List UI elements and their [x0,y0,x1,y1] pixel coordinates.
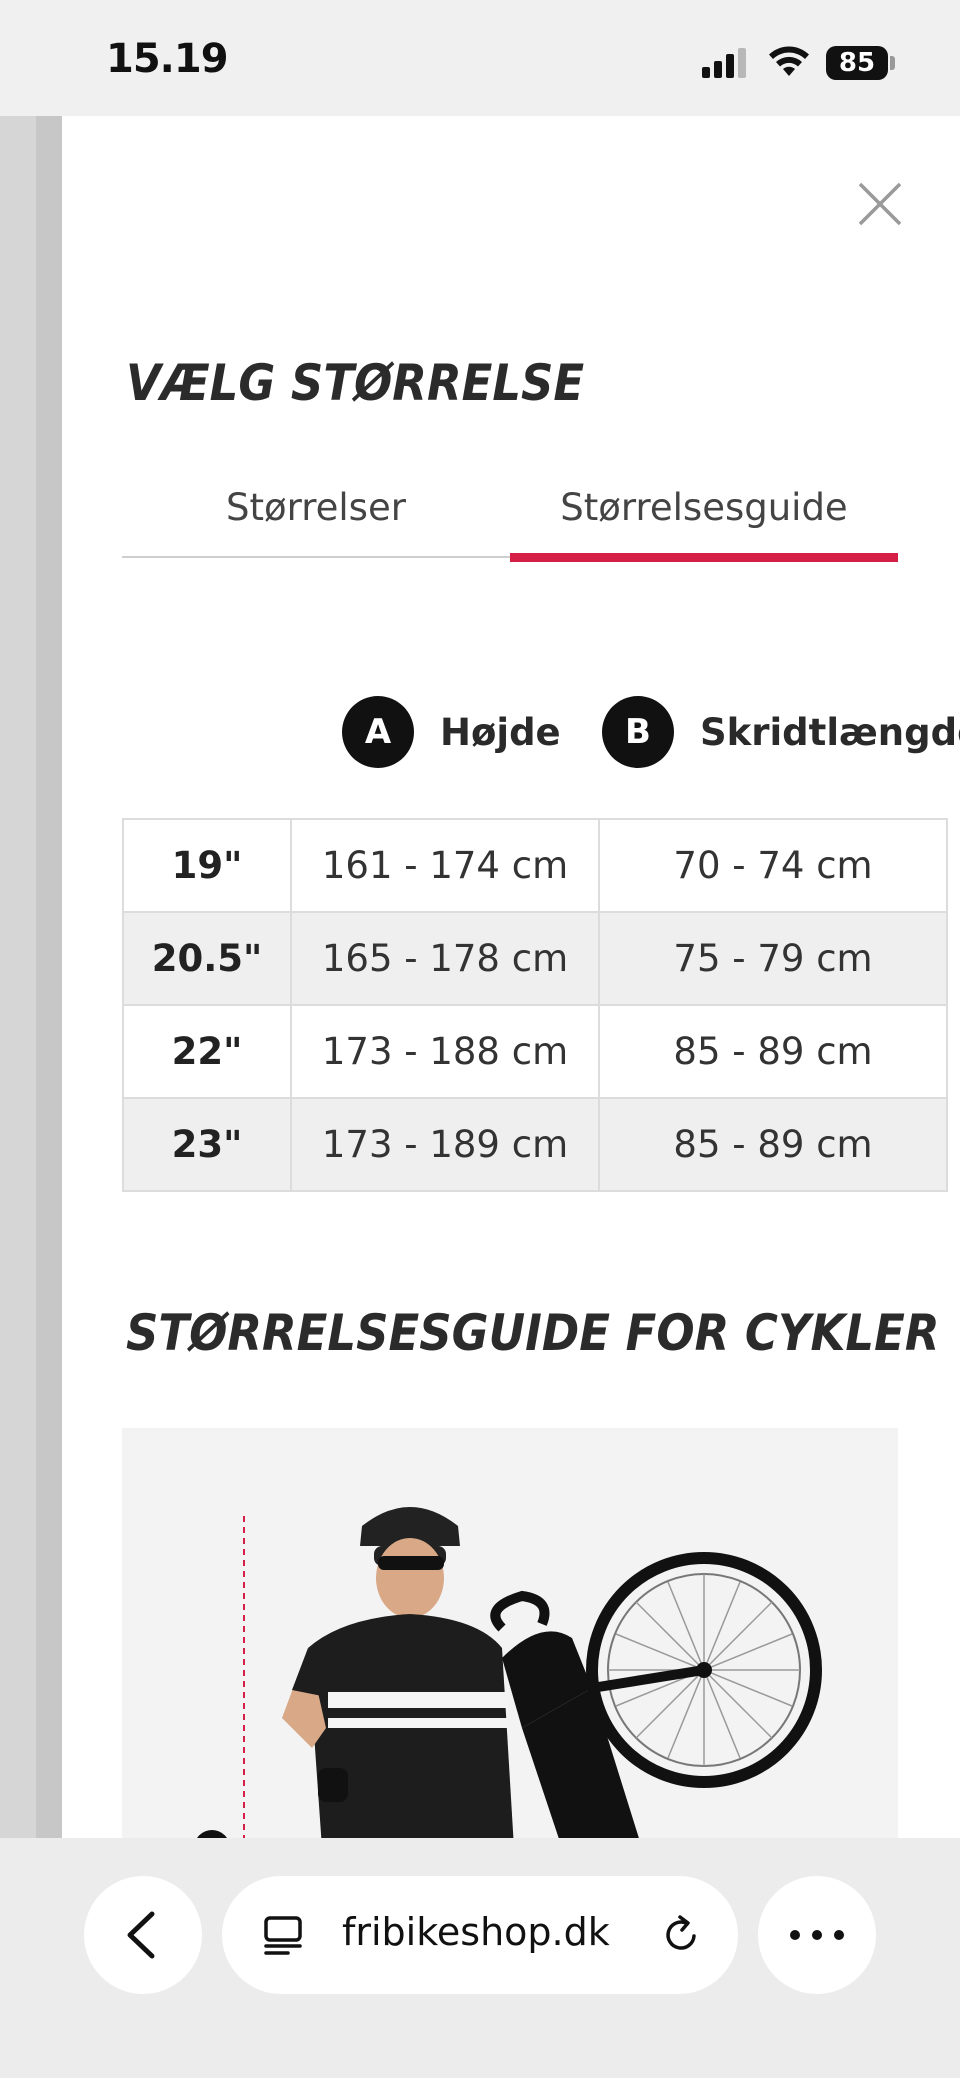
url-text: fribikeshop.dk [342,1910,610,1954]
battery-tip [890,56,895,70]
legend-item-height: A Højde [342,696,561,768]
tab-size-guide-label: Størrelsesguide [560,486,848,529]
status-bar: 15.19 85 [0,0,960,116]
chevron-left-icon [127,1911,155,1959]
legend-item-inseam: B Skridtlængde [602,696,960,768]
size-cell: 20.5" [122,911,292,1006]
background-page-edge [0,116,36,1838]
wifi-icon [769,46,809,76]
legend-badge-b: B [602,696,674,768]
tab-sizes-label: Størrelser [226,486,406,529]
address-bar[interactable]: fribikeshop.dk [222,1876,738,1994]
inseam-cell: 85 - 89 cm [598,1097,948,1192]
height-cell: 173 - 188 cm [290,1004,600,1099]
measurement-legend: A Højde B Skridtlængde [342,696,960,768]
more-dots-icon [790,1930,844,1940]
table-row: 23" 173 - 189 cm 85 - 89 cm [122,1097,948,1192]
inseam-cell: 70 - 74 cm [598,818,948,913]
tab-size-guide[interactable]: Størrelsesguide [510,486,898,562]
inseam-cell: 85 - 89 cm [598,1004,948,1099]
close-button[interactable] [842,166,918,242]
back-button[interactable] [84,1876,202,1994]
legend-badge-a: A [342,696,414,768]
tab-sizes[interactable]: Størrelser [122,486,510,556]
legend-label-inseam: Skridtlængde [700,710,960,754]
background-page-edge-shadow [36,116,62,1838]
size-table: 19" 161 - 174 cm 70 - 74 cm 20.5" 165 - … [122,818,948,1192]
legend-label-height: Højde [440,710,561,754]
cellular-signal-icon [702,48,748,78]
more-options-button[interactable] [758,1876,876,1994]
size-tabs: Størrelser Størrelsesguide [122,486,898,562]
status-time: 15.19 [106,36,229,82]
cyclist-with-bike-photo [122,1428,898,1838]
table-row: 19" 161 - 174 cm 70 - 74 cm [122,818,948,913]
battery-indicator: 85 [826,46,888,80]
table-row: 20.5" 165 - 178 cm 75 - 79 cm [122,911,948,1006]
close-icon [858,182,902,226]
browser-toolbar: fribikeshop.dk [0,1838,960,2078]
size-cell: 19" [122,818,292,913]
table-row: 22" 173 - 188 cm 85 - 89 cm [122,1004,948,1099]
height-cell: 161 - 174 cm [290,818,600,913]
size-cell: 23" [122,1097,292,1192]
height-cell: 165 - 178 cm [290,911,600,1006]
inseam-cell: 75 - 79 cm [598,911,948,1006]
size-modal: VÆLG STØRRELSE Størrelser Størrelsesguid… [62,116,960,1838]
height-cell: 173 - 189 cm [290,1097,600,1192]
size-cell: 22" [122,1004,292,1099]
modal-title: VÆLG STØRRELSE [126,354,585,412]
size-guide-heading: STØRRELSESGUIDE FOR CYKLER [126,1304,940,1362]
active-tab-indicator [510,553,898,562]
reload-icon[interactable] [658,1912,704,1958]
page-menu-icon [264,1916,302,1955]
